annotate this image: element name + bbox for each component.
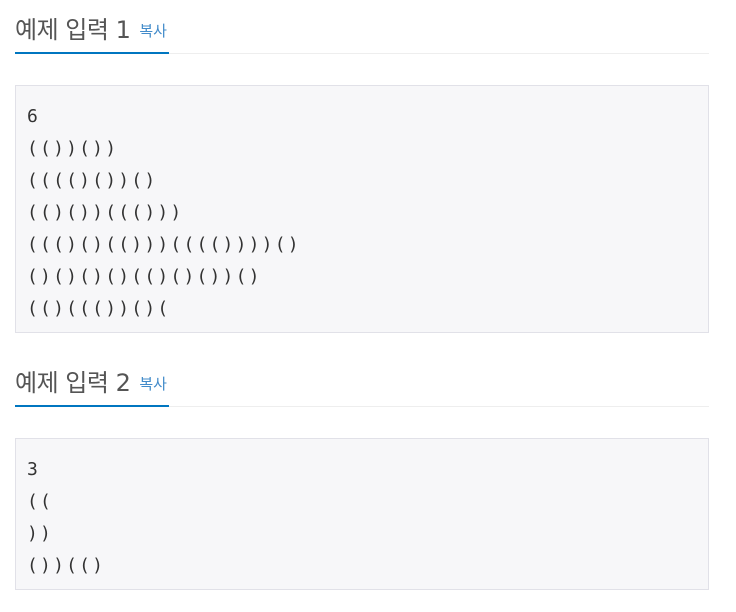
copy-button[interactable]: 복사 — [139, 373, 167, 394]
sample-input-1-headline: 예제 입력 1 복사 — [15, 0, 709, 54]
sample-input-2-title: 예제 입력 2 — [15, 368, 131, 397]
copy-button[interactable]: 복사 — [139, 20, 167, 41]
sample-input-2-box[interactable]: 3 (( )) ())(() — [15, 438, 709, 590]
sample-input-1-title: 예제 입력 1 — [15, 15, 131, 44]
sample-input-2-header: 예제 입력 2 복사 — [15, 355, 169, 407]
sample-input-2-section: 예제 입력 2 복사 3 (( )) ())(() — [15, 353, 709, 590]
sample-input-1-header: 예제 입력 1 복사 — [15, 2, 169, 54]
sample-input-1-box[interactable]: 6 (())()) (((()())() (()())((())) ((()()… — [15, 85, 709, 333]
sample-input-2-headline: 예제 입력 2 복사 — [15, 353, 709, 407]
sample-input-1-section: 예제 입력 1 복사 6 (())()) (((()())() (()())((… — [15, 0, 709, 333]
